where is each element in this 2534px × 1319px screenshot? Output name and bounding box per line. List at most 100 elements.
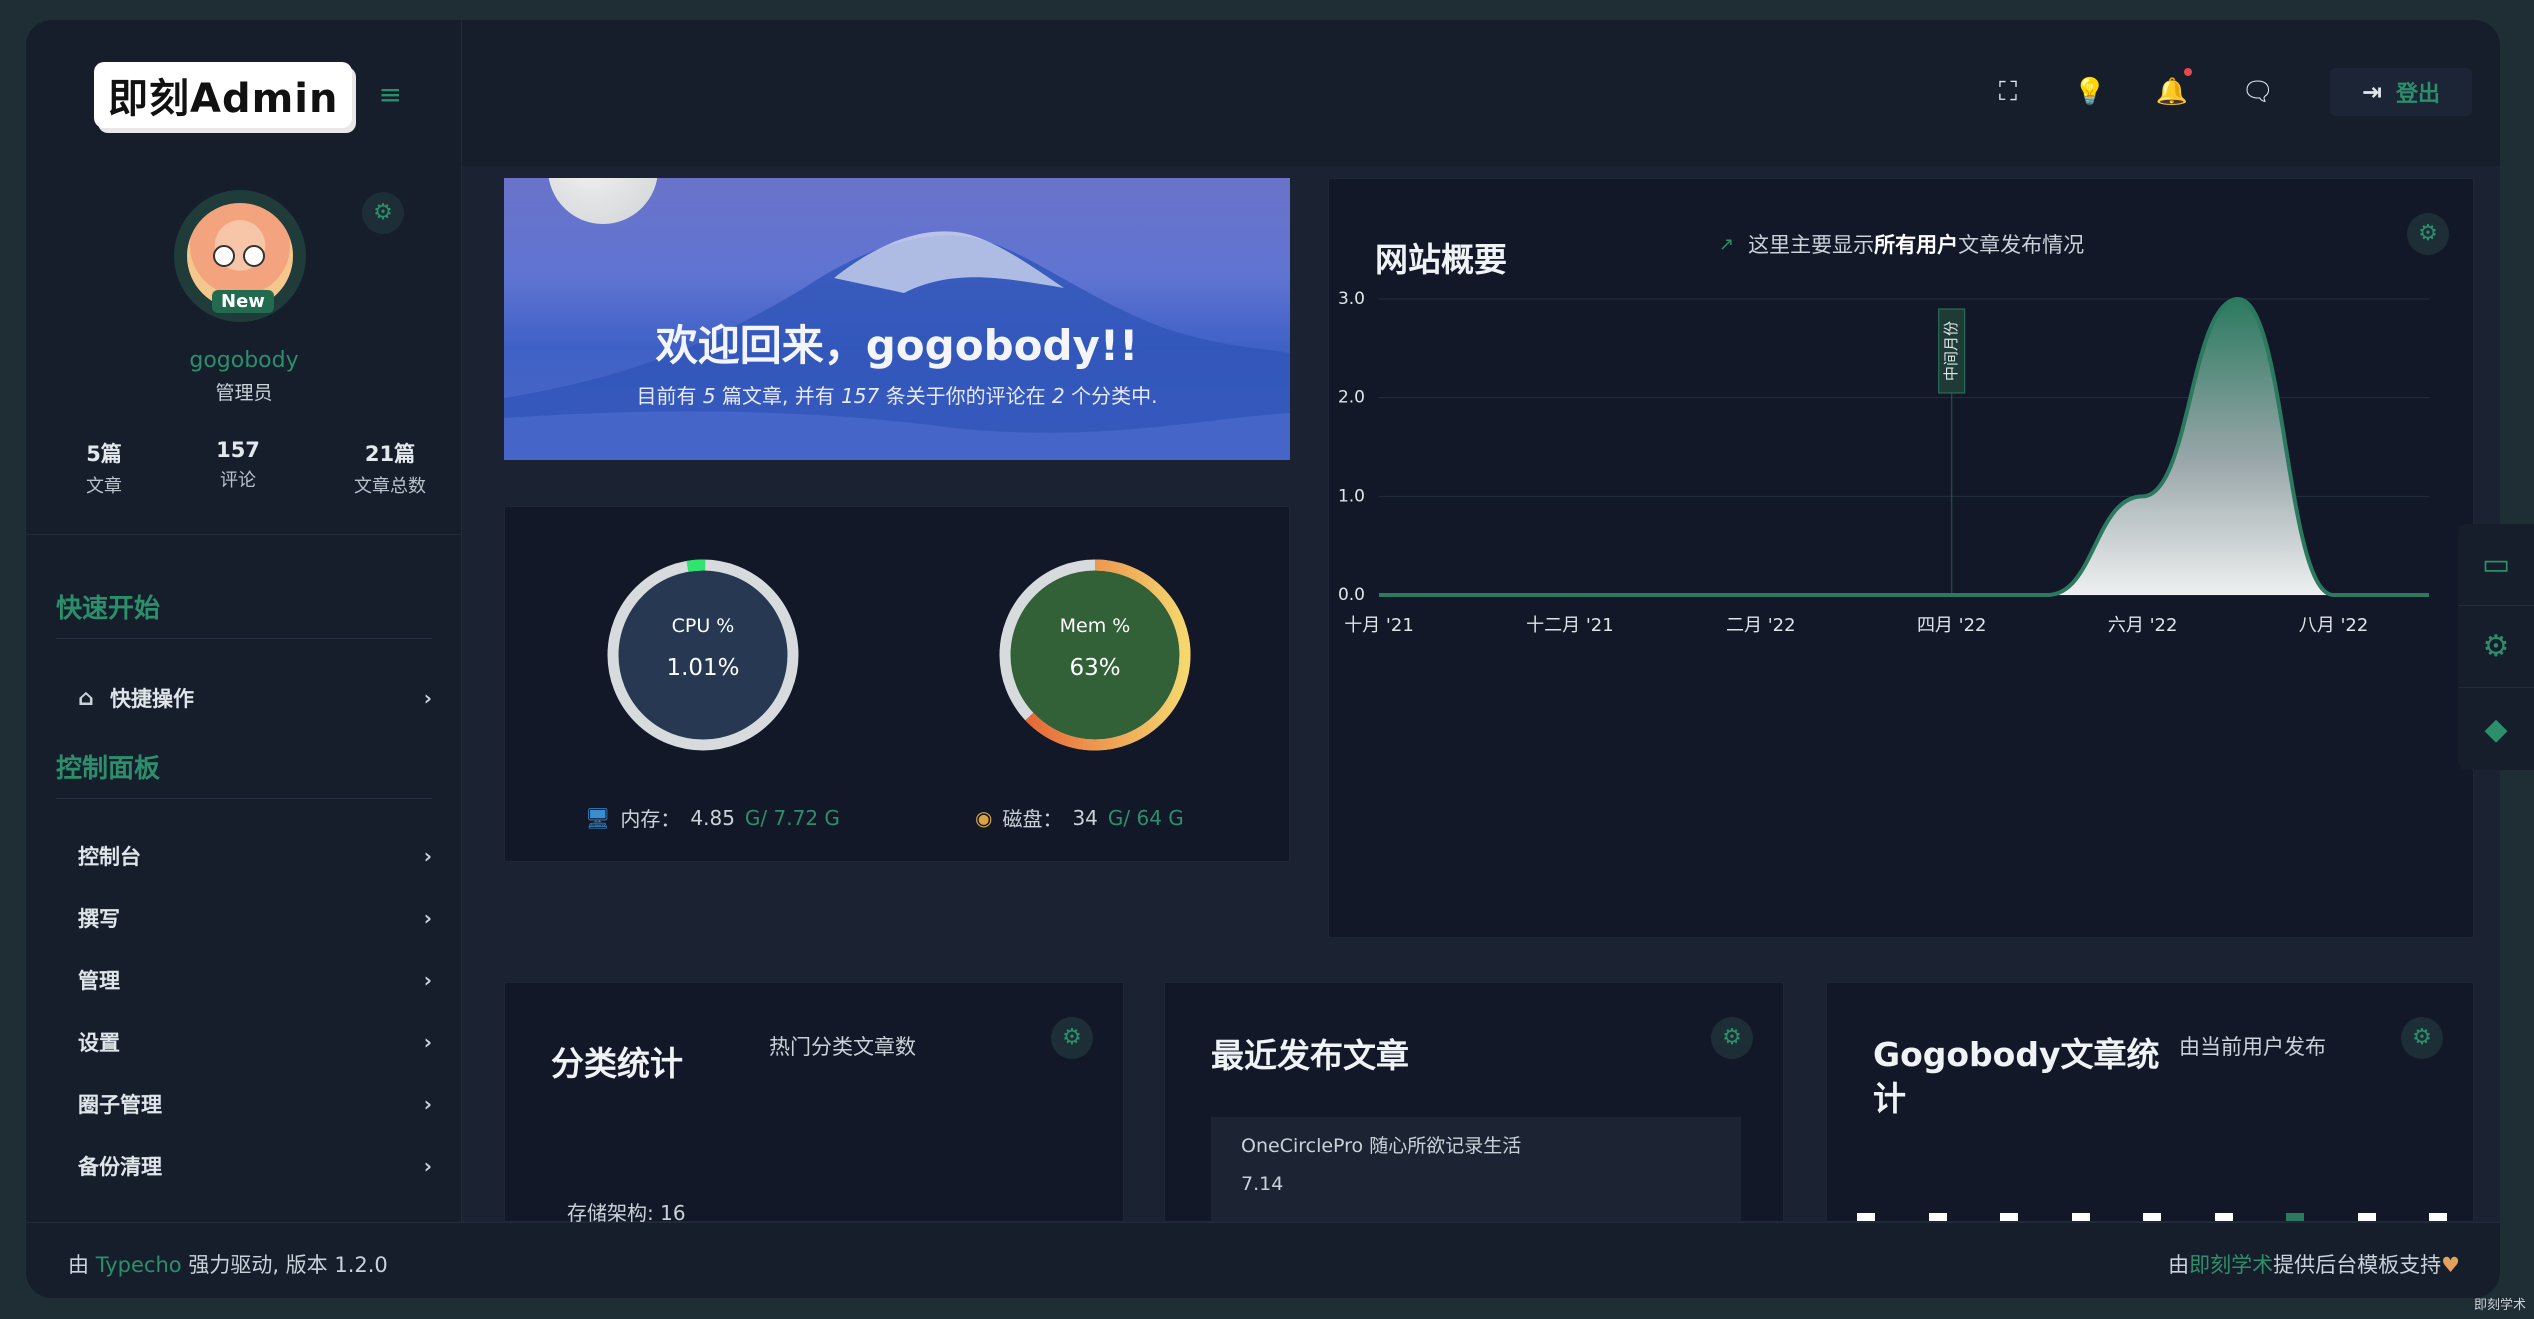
chevron-right-icon: › [423, 686, 432, 710]
sidebar-item-label: 控制台 [78, 845, 141, 869]
summary-text: 个分类中. [1064, 384, 1158, 408]
sidebar-item-label: 管理 [78, 969, 120, 993]
user-stats: 5篇 文章 157 评论 21篇 文章总数 [86, 438, 426, 498]
y-tick-label: 1.0 [1338, 486, 1365, 506]
logout-icon: ⇥ [2361, 78, 2383, 106]
sidebar-item-backup[interactable]: 备份清理 › [78, 1146, 432, 1186]
user-stats-chart-strip [1857, 1213, 2447, 1221]
menu-toggle-icon[interactable]: ≡ [378, 81, 406, 109]
user-role: 管理员 [215, 382, 273, 404]
sidebar-item-manage[interactable]: 管理 › [78, 960, 432, 1000]
overview-card: 网站概要 ↗ 这里主要显示所有用户文章发布情况 ⚙ 0.0 1.0 2.0 3.0 十月… [1328, 178, 2474, 938]
chart-bar [2214, 1213, 2233, 1221]
sidebar-item-label: 圈子管理 [78, 1093, 162, 1117]
stat-total: 21篇 文章总数 [354, 438, 426, 498]
sidebar-item-settings[interactable]: 设置 › [78, 1022, 432, 1062]
x-tick-label: 六月 '22 [2108, 615, 2178, 636]
stat-articles: 5篇 文章 [86, 438, 122, 498]
bell-icon[interactable]: 🔔 [2152, 72, 2192, 112]
brand-logo[interactable]: 即刻Admin [94, 62, 353, 128]
chevron-right-icon: › [423, 1154, 432, 1178]
user-stats-card: Gogobody文章统计 由当前用户发布 ⚙ [1826, 982, 2474, 1222]
ram-total: G/ 7.72 G [744, 805, 840, 830]
user-stats-subtitle: 由当前用户发布 [2179, 1035, 2326, 1059]
app-frame: 即刻Admin ≡ New ⚙ gogobody 管理员 5篇 文章 157 评… [26, 20, 2500, 1298]
username[interactable]: gogobody [26, 348, 462, 373]
logout-label: 登出 [2396, 82, 2441, 107]
fullscreen-icon[interactable]: ⛶ [1988, 72, 2028, 112]
section-divider [56, 798, 432, 799]
footer: 由 Typecho 强力驱动, 版本 1.2.0 由即刻学术提供后台模板支持♥ [26, 1222, 2500, 1298]
y-tick-label: 0.0 [1338, 585, 1365, 605]
disk-total: G/ 64 G [1107, 805, 1184, 830]
chart-bar [2286, 1213, 2304, 1221]
cpu-value: 1.01% [666, 655, 740, 681]
chart-bar [2071, 1213, 2090, 1221]
footer-text: 由 [68, 1253, 96, 1277]
profile-settings-icon[interactable]: ⚙ [362, 192, 404, 234]
x-tick-label: 十二月 '21 [1526, 615, 1614, 636]
category-stats-card: 分类统计 热门分类文章数 ⚙ 存储架构: 16 [504, 982, 1124, 1225]
new-badge: New [212, 290, 274, 313]
annotation-label: 中间月份 [1942, 321, 1960, 381]
section-divider [56, 638, 432, 639]
stat-label: 文章总数 [354, 476, 426, 497]
article-count: 5 [702, 384, 716, 408]
area-fill [1379, 299, 2429, 595]
x-tick-label: 八月 '22 [2299, 615, 2369, 636]
chevron-right-icon: › [423, 1030, 432, 1054]
heart-icon: ♥ [2441, 1253, 2460, 1277]
chevron-right-icon: › [423, 844, 432, 868]
jike-link[interactable]: 即刻学术 [2189, 1253, 2273, 1277]
welcome-title: 欢迎回来，gogobody!! [655, 321, 1139, 370]
typecho-link[interactable]: Typecho [96, 1253, 182, 1277]
paint-bucket-icon[interactable]: ◆ [2458, 688, 2534, 770]
sidebar-item-write[interactable]: 撰写 › [78, 898, 432, 938]
chart-bar [1928, 1213, 1947, 1221]
chart-bar [1857, 1213, 1875, 1221]
category-subtitle: 热门分类文章数 [769, 1035, 916, 1059]
footer-text: 由 [2168, 1253, 2190, 1277]
avatar-eye-right [243, 245, 265, 267]
overview-chart: 0.0 1.0 2.0 3.0 十月 '21 十二月 '21 二月 '22 四月 '22 六月 … [1338, 289, 2430, 636]
mem-label: Mem % [1059, 615, 1131, 637]
sidebar-item-quick-actions[interactable]: ⌂ 快捷操作 › [78, 678, 432, 718]
category-settings-icon[interactable]: ⚙ [1051, 1017, 1093, 1059]
recent-post-item[interactable]: OneCirclePro 随心所欲记录生活 7.14 [1211, 1117, 1741, 1227]
gear-icon[interactable]: ⚙ [2458, 606, 2534, 688]
ram-usage: 🖥 内存： 4.85 G/ 7.72 G [585, 803, 840, 832]
lightbulb-icon[interactable]: 💡 [2070, 72, 2110, 112]
sidebar-item-label: 设置 [78, 1031, 120, 1055]
notification-dot [2184, 68, 2192, 76]
ram-label: 内存： [620, 807, 681, 831]
x-tick-label: 十月 '21 [1344, 615, 1414, 636]
logout-button[interactable]: ⇥ 登出 [2330, 68, 2472, 116]
section-quick-start: 快速开始 [56, 594, 161, 624]
comment-count: 157 [841, 384, 880, 408]
disk-icon: ◉ [975, 805, 993, 830]
welcome-summary: 目前有 5 篇文章, 并有 157 条关于你的评论在 2 个分类中. [504, 380, 1290, 409]
stat-comments: 157 评论 [216, 438, 260, 498]
mem-value: 63% [1069, 655, 1121, 681]
ram-used: 4.85 [690, 805, 735, 830]
x-tick-label: 四月 '22 [1917, 615, 1987, 636]
recent-settings-icon[interactable]: ⚙ [1711, 1017, 1753, 1059]
watermark: 即刻学术 [2473, 1298, 2526, 1313]
laptop-icon[interactable]: ▭ [2458, 524, 2534, 606]
sidebar-item-dashboard[interactable]: 控制台 › [78, 836, 432, 876]
chevron-right-icon: › [423, 1092, 432, 1116]
sidebar-item-label: 快捷操作 [110, 687, 194, 711]
disk-label: 磁盘： [1002, 807, 1063, 831]
message-icon[interactable]: 🗨 [2238, 72, 2278, 112]
right-dock: ▭ ⚙ ◆ [2458, 524, 2534, 770]
user-stats-settings-icon[interactable]: ⚙ [2401, 1017, 2443, 1059]
category-count: 2 [1051, 384, 1065, 408]
user-stats-title: Gogobody文章统计 [1873, 1035, 2160, 1118]
disk-usage: ◉ 磁盘： 34 G/ 64 G [975, 803, 1184, 832]
sidebar-item-circle-manage[interactable]: 圈子管理 › [78, 1084, 432, 1124]
top-header: ⛶ 💡 🔔 🗨 ⇥ 登出 [462, 20, 2500, 166]
welcome-banner: 欢迎回来，gogobody!! 目前有 5 篇文章, 并有 157 条关于你的评… [504, 178, 1290, 460]
avatar-eye-left [213, 245, 235, 267]
monitor-icon: 🖥 [585, 805, 611, 830]
recent-posts-card: 最近发布文章 ⚙ OneCirclePro 随心所欲记录生活 7.14 [1164, 982, 1784, 1227]
